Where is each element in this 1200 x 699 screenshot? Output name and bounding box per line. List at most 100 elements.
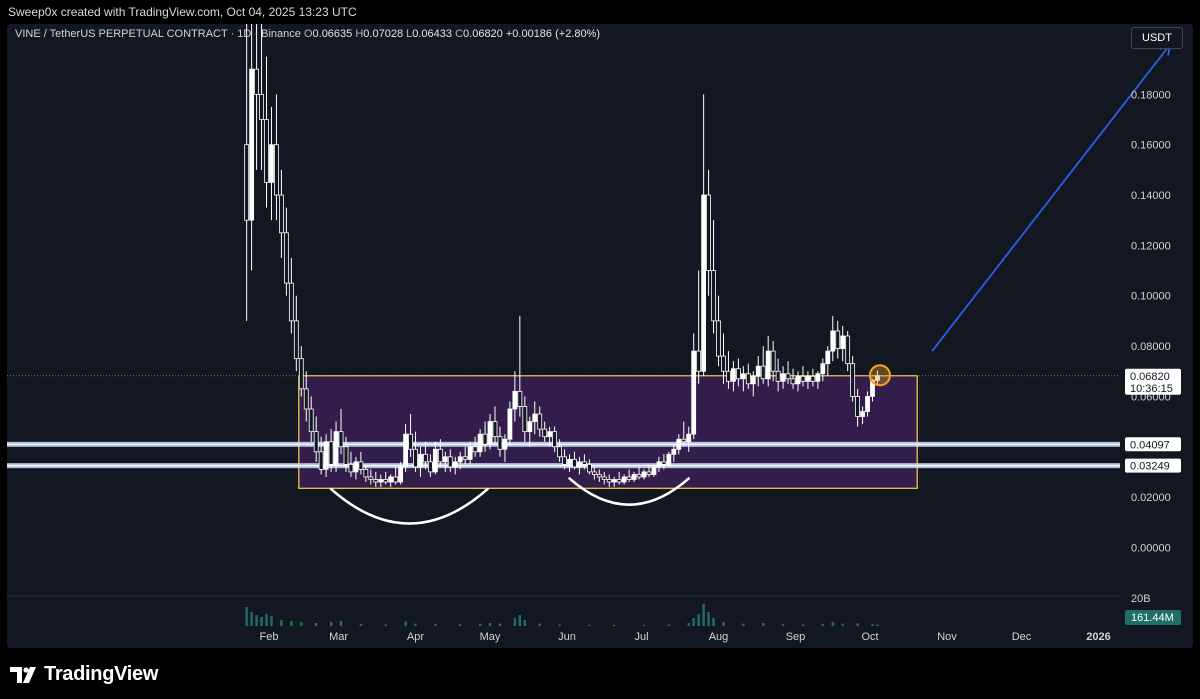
volume-bar xyxy=(781,624,785,626)
x-tick-label: May xyxy=(480,631,501,643)
x-tick-label: Dec xyxy=(1012,631,1032,643)
candle-body xyxy=(413,448,418,468)
candle-body xyxy=(537,413,543,430)
candle-body xyxy=(557,446,562,458)
volume-bar xyxy=(404,621,407,626)
candle-body xyxy=(855,396,861,417)
candle-body xyxy=(432,448,438,473)
x-tick-label: Sep xyxy=(786,631,806,643)
candle-body xyxy=(283,232,289,284)
candle-body xyxy=(790,378,796,385)
candle-body xyxy=(363,469,369,478)
candle-body xyxy=(264,119,269,183)
x-tick-label: Jul xyxy=(635,631,649,643)
candle-body xyxy=(651,466,657,475)
volume-bar xyxy=(459,624,462,626)
currency-button[interactable]: USDT xyxy=(1131,27,1183,49)
candle-body xyxy=(418,453,423,468)
candle-body xyxy=(517,390,523,407)
candle-body xyxy=(840,335,846,349)
x-tick-label: Jun xyxy=(558,631,576,643)
volume-bar xyxy=(523,620,527,626)
candle-body xyxy=(259,93,264,120)
volume-bar xyxy=(762,623,765,626)
candle-body xyxy=(279,194,284,234)
low-value: 0.06433 xyxy=(412,28,453,40)
candle-body xyxy=(527,421,533,433)
candle-body xyxy=(328,441,334,465)
candle-body xyxy=(254,68,259,95)
y-tick-label: 0.18000 xyxy=(1131,89,1171,101)
volume-bar xyxy=(478,623,482,626)
volume-bar xyxy=(300,622,303,626)
candle-body xyxy=(621,476,627,483)
candle-body xyxy=(681,438,687,443)
candle-body xyxy=(785,373,791,380)
candle-body xyxy=(482,433,488,445)
candle-body xyxy=(721,355,726,372)
candle-body xyxy=(313,431,319,453)
candle-body xyxy=(408,433,413,450)
candle-body xyxy=(815,373,821,382)
candle-body xyxy=(502,438,508,450)
candle-body xyxy=(492,421,498,438)
candle-body xyxy=(745,373,751,385)
candle-body xyxy=(656,461,662,468)
candle-body xyxy=(333,431,339,465)
candle-body xyxy=(358,461,364,470)
chart-panel[interactable]: 0.18000 0.16000 0.14000 0.12000 0.10000 0.080… xyxy=(7,24,1193,648)
candle-body xyxy=(547,431,553,438)
candle-body xyxy=(457,456,463,463)
candle-body xyxy=(835,330,841,349)
symbol-title[interactable]: VINE / TetherUS PERPETUAL CONTRACT · 1D … xyxy=(15,28,301,40)
candle-body xyxy=(591,471,597,475)
candle-body xyxy=(726,370,731,382)
candle-body xyxy=(477,433,483,453)
volume-bar xyxy=(488,623,492,626)
tradingview-wordmark: TradingView xyxy=(44,663,159,685)
volume-bar xyxy=(329,622,333,626)
x-tick-label: Feb xyxy=(260,631,279,643)
price-label-value: 0.04097 xyxy=(1130,439,1170,451)
candle-body xyxy=(403,433,408,468)
candle-body xyxy=(601,476,607,480)
candle-body xyxy=(666,453,672,465)
candle-body xyxy=(731,368,736,382)
candle-body xyxy=(586,463,592,473)
close-value: 0.06820 xyxy=(463,28,503,40)
volume-bar xyxy=(270,616,273,626)
symbol-legend[interactable]: VINE / TetherUS PERPETUAL CONTRACT · 1D … xyxy=(15,28,600,40)
candle-body xyxy=(795,375,801,385)
candle-body xyxy=(428,461,433,473)
candle-body xyxy=(626,476,632,480)
volume-bar xyxy=(642,624,646,626)
volume-bar xyxy=(856,623,859,626)
candle-body xyxy=(298,358,304,390)
candle-body xyxy=(577,461,582,468)
candle-body xyxy=(780,373,786,382)
candle-body xyxy=(716,320,721,357)
volume-bar xyxy=(692,618,695,626)
volume-bar xyxy=(339,621,343,626)
candle-body xyxy=(611,479,617,483)
candle-body xyxy=(770,350,776,372)
volume-bar xyxy=(667,624,671,626)
candle-body xyxy=(467,446,473,460)
candle-body xyxy=(452,461,458,468)
candle-body xyxy=(755,365,761,377)
candle-body xyxy=(800,375,806,382)
candle-body xyxy=(308,408,314,433)
candle-body xyxy=(462,456,468,460)
x-tick-label: Oct xyxy=(861,631,878,643)
volume-bar xyxy=(712,618,715,626)
candle-body xyxy=(393,476,399,483)
candle-body xyxy=(850,363,856,397)
tradingview-logo[interactable]: TradingView xyxy=(10,663,158,686)
volume-bar xyxy=(742,623,745,626)
volume-bar xyxy=(871,624,874,626)
candle-body xyxy=(606,479,612,483)
candle-body xyxy=(552,431,558,448)
candle-body xyxy=(447,456,453,468)
price-chart[interactable]: 0.18000 0.16000 0.14000 0.12000 0.10000 0.080… xyxy=(7,24,1193,648)
candle-body xyxy=(691,350,697,435)
